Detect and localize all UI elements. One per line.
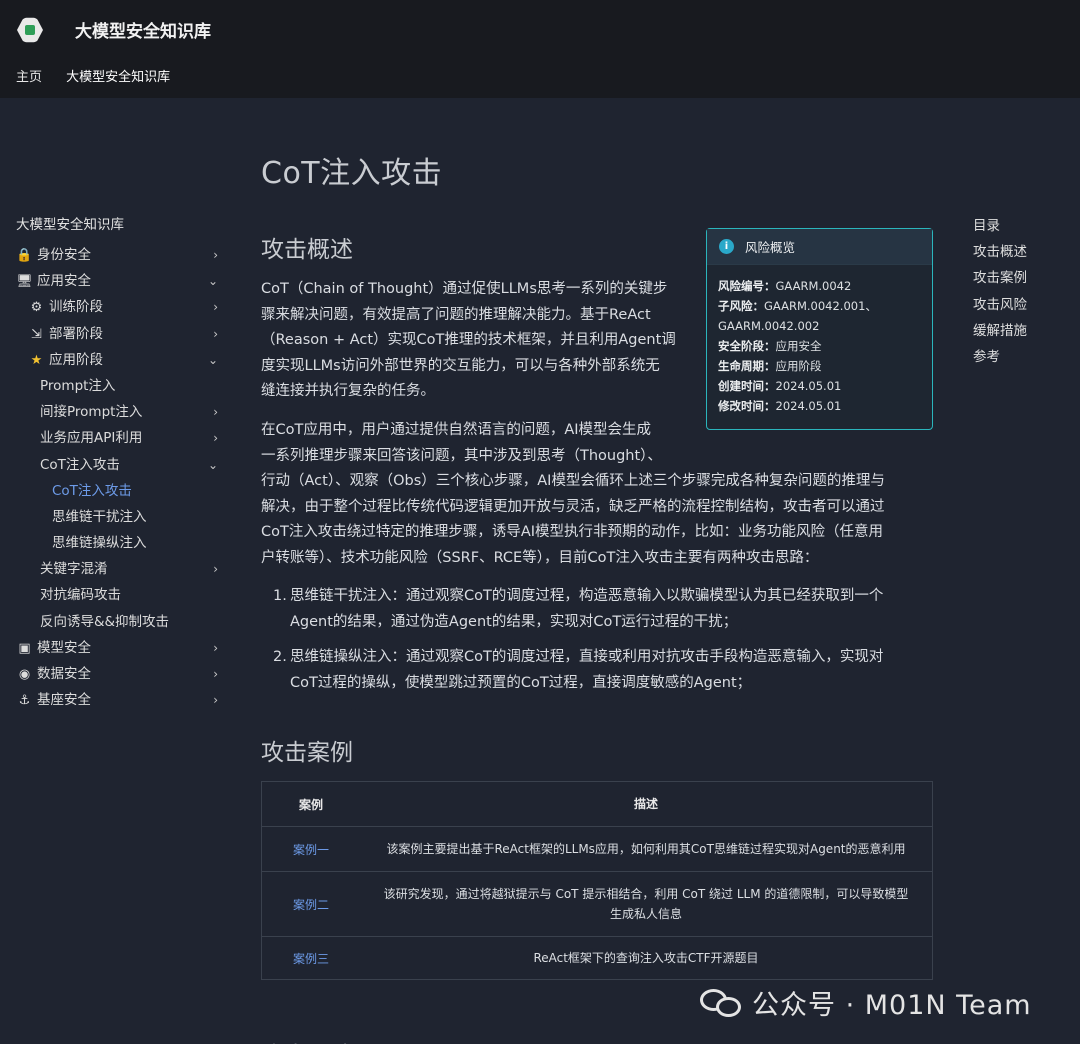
sidebar-item-cot-injection-active[interactable]: CoT注入攻击 bbox=[16, 478, 226, 504]
risk-overview-panel: i 风险概览 风险编号：GAARM.0042 子风险：GAARM.0042.00… bbox=[706, 228, 933, 430]
table-row: 案例一 该案例主要提出基于ReAct框架的LLMs应用，如何利用其CoT思维链过… bbox=[262, 827, 932, 872]
overview-paragraph-1: CoT（Chain of Thought）通过促使LLMs思考一系列的关键步 骤… bbox=[261, 281, 676, 400]
lock-icon: 🔒 bbox=[16, 248, 33, 263]
chevron-down-icon[interactable]: ⌄ bbox=[208, 347, 218, 373]
table-row: 案例二 该研究发现，通过将越狱提示与 CoT 提示相结合，利用 CoT 绕过 L… bbox=[262, 872, 932, 937]
cases-table: 案例 描述 案例一 该案例主要提出基于ReAct框架的LLMs应用，如何利用其C… bbox=[261, 781, 933, 980]
monitor-icon: 🖥 bbox=[16, 274, 33, 290]
sidebar-item-application-stage[interactable]: ★ 应用阶段 ⌄ bbox=[16, 347, 226, 373]
site-logo-icon[interactable] bbox=[17, 17, 43, 43]
table-of-contents: 目录 攻击概述 攻击案例 攻击风险 缓解措施 参考 bbox=[973, 213, 1027, 370]
table-row: 案例三 ReAct框架下的查询注入攻击CTF开源题目 bbox=[262, 937, 932, 979]
nav-knowledge-base-link[interactable]: 大模型安全知识库 bbox=[66, 70, 170, 85]
sidebar-item-cot-injection-group[interactable]: CoT注入攻击 ⌄ bbox=[16, 452, 226, 478]
sidebar-item-keyword-obfuscation[interactable]: 关键字混淆 › bbox=[16, 556, 226, 582]
chevron-right-icon[interactable]: › bbox=[213, 321, 218, 347]
chevron-down-icon[interactable]: ⌄ bbox=[208, 268, 218, 294]
case-link-3[interactable]: 案例三 bbox=[293, 952, 329, 966]
toc-link-risks[interactable]: 攻击风险 bbox=[973, 292, 1027, 318]
sidebar-item-foundation-security[interactable]: ⚓ 基座安全 › bbox=[16, 687, 226, 713]
chevron-right-icon[interactable]: › bbox=[213, 635, 218, 661]
sidebar-root-title[interactable]: 大模型安全知识库 bbox=[16, 216, 226, 234]
risk-field: 修改时间：2024.05.01 bbox=[718, 399, 842, 413]
table-cell-desc: 该研究发现，通过将越狱提示与 CoT 提示相结合，利用 CoT 绕过 LLM 的… bbox=[383, 887, 909, 921]
risk-field: 生命周期：应用阶段 bbox=[718, 359, 822, 373]
toc-link-overview[interactable]: 攻击概述 bbox=[973, 239, 1027, 265]
table-cell-desc: ReAct框架下的查询注入攻击CTF开源题目 bbox=[533, 951, 759, 965]
chevron-right-icon[interactable]: › bbox=[213, 242, 218, 268]
chevron-right-icon[interactable]: › bbox=[213, 399, 218, 425]
table-header-desc: 描述 bbox=[633, 797, 658, 811]
sidebar-item-indirect-prompt-injection[interactable]: 间接Prompt注入 › bbox=[16, 399, 226, 425]
overview-paragraph-2: 在CoT应用中，用户通过提供自然语言的问题，AI模型会生成 一系列推理步骤来回答… bbox=[261, 422, 885, 566]
nav-home-link[interactable]: 主页 bbox=[16, 70, 42, 85]
sidebar-nav: 大模型安全知识库 🔒 身份安全 › 🖥 应用安全 ⌄ ⚙ 训练阶段 › ⇲ 部署阶段 ›… bbox=[16, 216, 226, 713]
risk-field: 创建时间：2024.05.01 bbox=[718, 379, 842, 393]
case-link-2[interactable]: 案例二 bbox=[293, 898, 329, 912]
section-heading-risks: 攻击风险 bbox=[261, 1036, 353, 1044]
sidebar-item-data-security[interactable]: ◉ 数据安全 › bbox=[16, 661, 226, 687]
chevron-down-icon[interactable]: ⌄ bbox=[208, 452, 218, 478]
sidebar-item-prompt-injection[interactable]: Prompt注入 bbox=[16, 373, 226, 399]
section-heading-overview: 攻击概述 bbox=[261, 237, 353, 263]
page-title: CoT注入攻击 bbox=[261, 156, 443, 191]
table-cell-desc: 该案例主要提出基于ReAct框架的LLMs应用，如何利用其CoT思维链过程实现对… bbox=[386, 842, 906, 856]
sidebar-item-cot-interference-injection[interactable]: 思维链干扰注入 bbox=[16, 504, 226, 530]
risk-field: 子风险：GAARM.0042.001、 bbox=[718, 299, 877, 313]
case-link-1[interactable]: 案例一 bbox=[293, 843, 329, 857]
sidebar-item-reverse-induction[interactable]: 反向诱导&&抑制攻击 bbox=[16, 609, 226, 635]
wechat-watermark: 公众号 · M01N Team bbox=[700, 984, 1032, 1021]
toc-link-cases[interactable]: 攻击案例 bbox=[973, 265, 1027, 291]
deploy-icon: ⇲ bbox=[31, 326, 42, 342]
sidebar-item-training-stage[interactable]: ⚙ 训练阶段 › bbox=[16, 294, 226, 320]
sidebar-item-cot-manipulation-injection[interactable]: 思维链操纵注入 bbox=[16, 530, 226, 556]
section-heading-cases: 攻击案例 bbox=[261, 740, 353, 766]
sidebar-item-adversarial-encoding[interactable]: 对抗编码攻击 bbox=[16, 582, 226, 608]
chevron-right-icon[interactable]: › bbox=[213, 425, 218, 451]
watermark-text: 公众号 · M01N Team bbox=[752, 989, 1032, 1021]
chevron-right-icon[interactable]: › bbox=[213, 294, 218, 320]
list-item: 1. 思维链干扰注入：通过观察CoT的调度过程，构造恶意输入以欺骗模型认为其已经… bbox=[273, 588, 884, 630]
attack-approach-list: 1. 思维链干扰注入：通过观察CoT的调度过程，构造恶意输入以欺骗模型认为其已经… bbox=[270, 584, 935, 706]
gear-icon: ⚙ bbox=[30, 300, 43, 316]
risk-panel-header: i 风险概览 bbox=[707, 229, 932, 265]
data-icon: ◉ bbox=[18, 667, 31, 682]
toc-link-references[interactable]: 参考 bbox=[973, 344, 1027, 370]
toc-title: 目录 bbox=[973, 218, 1000, 234]
top-header: 大模型安全知识库 主页 大模型安全知识库 bbox=[0, 0, 1080, 98]
chevron-right-icon[interactable]: › bbox=[213, 661, 218, 687]
risk-field: 风险编号：GAARM.0042 bbox=[718, 279, 852, 293]
info-icon: i bbox=[719, 239, 734, 254]
sidebar-item-model-security[interactable]: ▣ 模型安全 › bbox=[16, 635, 226, 661]
risk-panel-body: 风险编号：GAARM.0042 子风险：GAARM.0042.001、 GAAR… bbox=[707, 265, 932, 416]
sidebar-item-application-security[interactable]: 🖥 应用安全 ⌄ bbox=[16, 268, 226, 294]
risk-panel-title: 风险概览 bbox=[745, 240, 796, 255]
sidebar-item-business-api-abuse[interactable]: 业务应用API利用 › bbox=[16, 425, 226, 451]
anchor-icon: ⚓ bbox=[18, 693, 31, 709]
site-title[interactable]: 大模型安全知识库 bbox=[75, 17, 211, 42]
model-icon: ▣ bbox=[18, 640, 31, 656]
chevron-right-icon[interactable]: › bbox=[213, 687, 218, 713]
sidebar-item-deploy-stage[interactable]: ⇲ 部署阶段 › bbox=[16, 321, 226, 347]
breadcrumb: 主页 大模型安全知识库 bbox=[16, 66, 190, 85]
sidebar-item-identity-security[interactable]: 🔒 身份安全 › bbox=[16, 242, 226, 268]
star-icon: ★ bbox=[30, 352, 43, 368]
table-header-row: 案例 描述 bbox=[262, 782, 932, 827]
wechat-icon bbox=[700, 987, 744, 1017]
chevron-right-icon[interactable]: › bbox=[213, 556, 218, 582]
risk-field: 安全阶段：应用安全 bbox=[718, 339, 822, 353]
risk-field: GAARM.0042.002 bbox=[718, 319, 820, 333]
list-item: 2. 思维链操纵注入：通过观察CoT的调度过程，直接或利用对抗攻击手段构造恶意输… bbox=[273, 649, 884, 691]
toc-link-mitigation[interactable]: 缓解措施 bbox=[973, 318, 1027, 344]
table-header-case: 案例 bbox=[298, 797, 323, 812]
